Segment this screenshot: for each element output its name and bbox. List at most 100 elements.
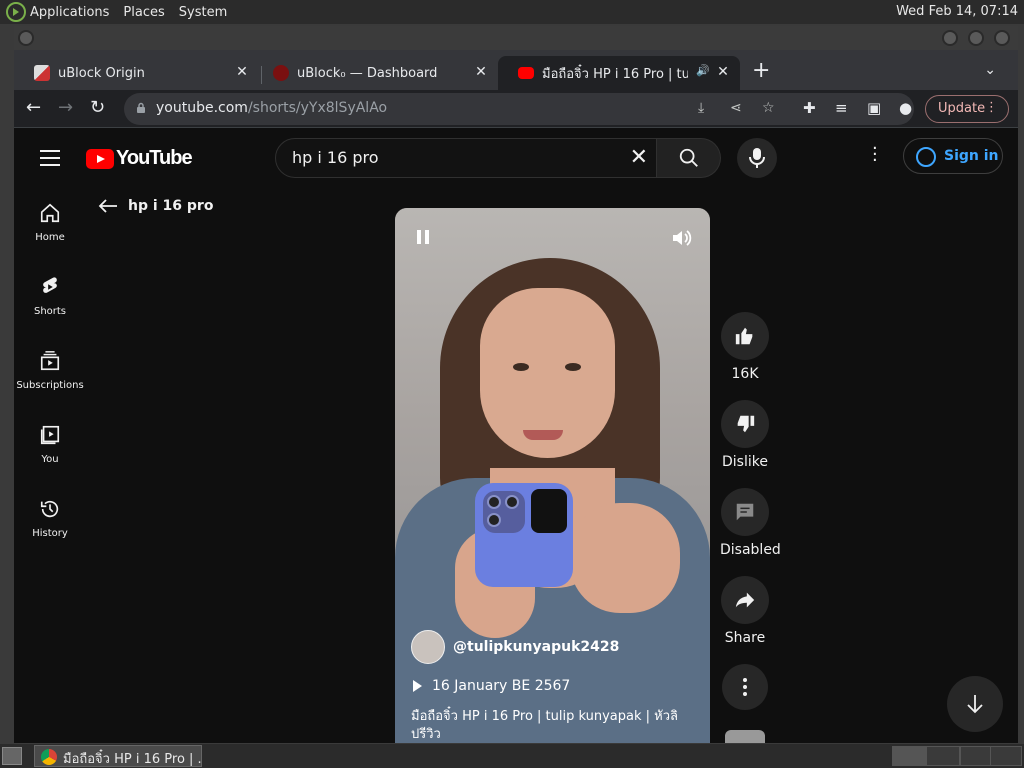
tab-ublock-origin[interactable]: uBlock Origin ✕: [14, 56, 259, 90]
comments-label: Disabled: [720, 542, 781, 558]
guide-item-history[interactable]: History: [14, 480, 86, 554]
update-button[interactable]: Update ⋮: [925, 95, 1009, 123]
window-menu-button[interactable]: [18, 30, 34, 46]
ublock-favicon-icon: [273, 65, 289, 81]
system-menu[interactable]: System: [179, 5, 227, 20]
workspace-4[interactable]: [990, 746, 1022, 766]
window-titlebar[interactable]: [14, 26, 1018, 50]
distro-logo-icon[interactable]: [6, 2, 26, 22]
guide-item-shorts[interactable]: Shorts: [14, 258, 86, 332]
taskbar-chrome-window[interactable]: มือถือจิ๋ว HP i 16 Pro | ...: [34, 745, 202, 767]
workspace-3[interactable]: [960, 746, 994, 766]
tab-audio-icon[interactable]: 🔊: [696, 64, 710, 77]
extensions-puzzle-icon[interactable]: ✚: [803, 99, 816, 117]
guide-label: You: [41, 454, 59, 465]
audio-thumbnail[interactable]: [725, 730, 765, 743]
phone-camera-module: [483, 491, 525, 533]
url-text[interactable]: youtube.com/shorts/yYx8lSyAlAo: [156, 100, 387, 116]
volume-icon[interactable]: [671, 228, 693, 248]
back-arrow-icon[interactable]: ←: [26, 98, 41, 118]
minimize-button[interactable]: [942, 30, 958, 46]
profile-icon[interactable]: ●: [899, 99, 912, 117]
panel-clock[interactable]: Wed Feb 14, 07:14: [896, 4, 1018, 19]
reload-icon[interactable]: ↻: [90, 98, 105, 118]
comment-icon: [736, 503, 754, 521]
back-arrow-icon: [98, 199, 117, 213]
video-mini-phone: [475, 483, 573, 587]
tab-close-icon[interactable]: ✕: [714, 64, 732, 80]
workspace-2[interactable]: [926, 746, 960, 766]
chrome-icon: [41, 749, 57, 765]
shorts-player[interactable]: @tulipkunyapuk2428 16 January BE 2567 มื…: [395, 208, 710, 743]
close-window-button[interactable]: [994, 30, 1010, 46]
shorts-icon: [43, 277, 57, 293]
show-desktop-icon[interactable]: [2, 747, 22, 765]
voice-search-button[interactable]: [737, 138, 777, 178]
dislike-button[interactable]: Dislike: [720, 400, 770, 470]
guide-label: Home: [35, 232, 65, 243]
tab-title: มือถือจิ๋ว HP i 16 Pro | tulip kunyapak …: [542, 66, 688, 82]
next-short-button[interactable]: [947, 676, 1003, 732]
bookmark-star-icon[interactable]: ☆: [762, 100, 775, 116]
home-icon: [40, 203, 60, 223]
more-circle[interactable]: [722, 664, 768, 710]
pause-icon[interactable]: [415, 228, 431, 246]
settings-kebab-icon[interactable]: · · ·: [872, 140, 878, 170]
top-panel: Applications Places System Wed Feb 14, 0…: [0, 0, 1024, 24]
channel-handle[interactable]: @tulipkunyapuk2428: [453, 639, 619, 655]
guide-menu-icon[interactable]: [40, 150, 60, 171]
thumbs-up-icon: [735, 327, 753, 345]
workspace-1[interactable]: [892, 746, 926, 766]
search-icon: [679, 148, 698, 167]
back-label: hp i 16 pro: [128, 198, 214, 214]
tab-close-icon[interactable]: ✕: [472, 64, 490, 80]
forward-arrow-icon[interactable]: →: [58, 98, 73, 118]
ublock-favicon-icon: [34, 65, 50, 81]
search-box[interactable]: ✕: [275, 138, 657, 178]
sign-in-label: Sign in: [944, 148, 999, 164]
dislike-circle[interactable]: [721, 400, 769, 448]
sign-in-button[interactable]: Sign in: [903, 138, 1003, 174]
more-actions-button[interactable]: [720, 664, 770, 716]
comments-circle[interactable]: [721, 488, 769, 536]
new-tab-button[interactable]: +: [752, 60, 770, 82]
comments-button[interactable]: Disabled: [720, 488, 781, 558]
youtube-page: YouTube ✕ ··· Sign in Home: [14, 128, 1018, 743]
channel-row[interactable]: @tulipkunyapuk2428: [411, 630, 619, 664]
clear-search-icon[interactable]: ✕: [630, 145, 648, 170]
thumbs-down-icon: [737, 415, 755, 433]
tab-ublock-dashboard[interactable]: uBlock₀ — Dashboard ✕: [253, 56, 498, 90]
like-circle[interactable]: [721, 312, 769, 360]
share-circle[interactable]: [721, 576, 769, 624]
guide-item-subscriptions[interactable]: Subscriptions: [14, 332, 86, 406]
lock-icon[interactable]: [136, 102, 146, 113]
tab-close-icon[interactable]: ✕: [233, 64, 251, 80]
tab-title: uBlock Origin: [58, 65, 145, 81]
applications-menu[interactable]: Applications: [30, 5, 109, 20]
back-to-search[interactable]: hp i 16 pro: [98, 198, 213, 214]
address-bar[interactable]: youtube.com/shorts/yYx8lSyAlAo ⤓ ⋖ ☆: [124, 93, 914, 125]
guide-item-home[interactable]: Home: [14, 184, 86, 258]
install-app-icon[interactable]: ⤓: [698, 100, 704, 116]
search-input[interactable]: [292, 148, 612, 167]
history-icon: [40, 500, 59, 518]
share-button[interactable]: Share: [720, 576, 770, 646]
chrome-menu-icon[interactable]: ⋮: [985, 100, 998, 115]
like-count: 16K: [731, 366, 759, 382]
tab-youtube-short[interactable]: มือถือจิ๋ว HP i 16 Pro | tulip kunyapak …: [498, 56, 740, 90]
search-button[interactable]: [657, 138, 721, 178]
like-button[interactable]: 16K: [720, 312, 770, 382]
you-icon: [40, 425, 60, 445]
side-panel-icon[interactable]: ▣: [867, 99, 881, 117]
share-icon[interactable]: ⋖: [730, 100, 742, 116]
media-controls-icon[interactable]: ≡: [835, 99, 848, 117]
guide-item-you[interactable]: You: [14, 406, 86, 480]
tab-title: uBlock₀ — Dashboard: [297, 65, 438, 81]
short-title[interactable]: มือถือจิ๋ว HP i 16 Pro | tulip kunyapak …: [411, 708, 691, 743]
maximize-button[interactable]: [968, 30, 984, 46]
play-icon: [413, 680, 422, 692]
channel-avatar[interactable]: [411, 630, 445, 664]
youtube-logo[interactable]: YouTube: [86, 147, 193, 170]
places-menu[interactable]: Places: [123, 5, 164, 20]
tab-search-chevron-icon[interactable]: ⌄: [984, 62, 996, 78]
